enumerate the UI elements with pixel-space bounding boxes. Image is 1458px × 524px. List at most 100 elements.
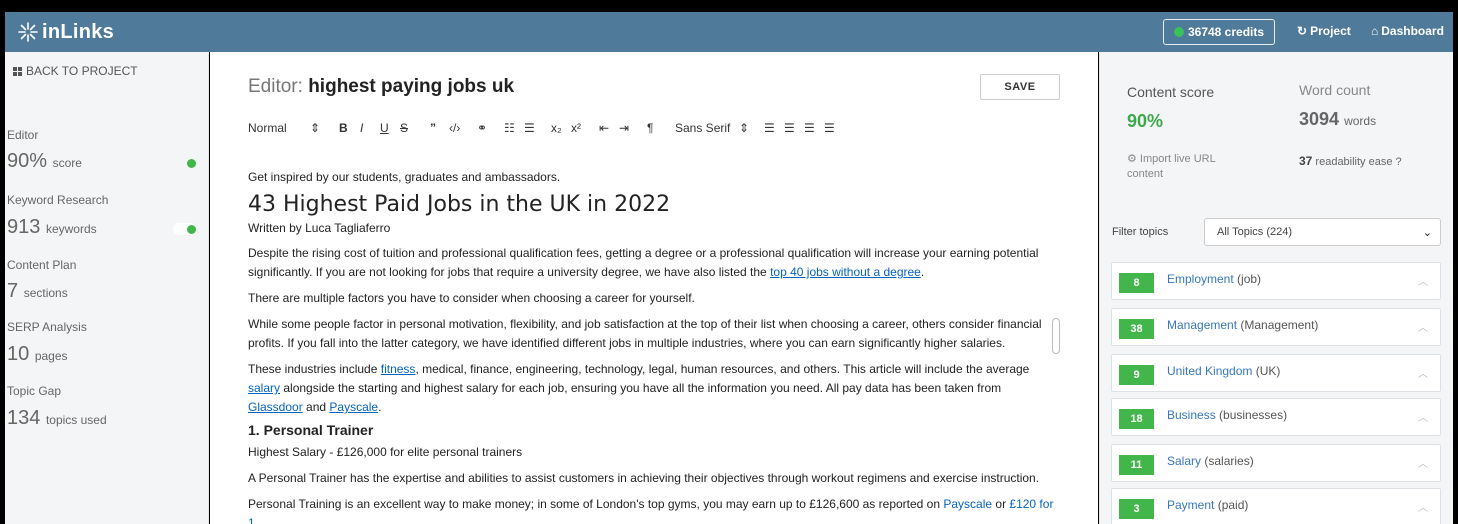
topic-card[interactable]: 38 Management (Management) ︿ (1111, 308, 1441, 346)
content-score-label: Content score (1127, 84, 1215, 100)
link-icon[interactable]: ⚭ (477, 119, 487, 137)
superscript-icon[interactable]: x² (571, 119, 581, 137)
filter-topics-value: All Topics (224) (1217, 226, 1292, 238)
salary-link[interactable]: salary (248, 381, 280, 395)
topic-count-badge: 3 (1119, 499, 1154, 519)
chevron-up-icon[interactable]: ︿ (1418, 409, 1428, 424)
topic-alt-text: (businesses) (1219, 408, 1288, 422)
sidebar-item-keyword-research-value[interactable]: 913 keywords (7, 216, 97, 239)
top-bar: inLinks 36748 credits ↻ Project ⌂ Dashbo… (5, 12, 1453, 52)
topic-name: Employment (job) (1167, 272, 1261, 286)
format-select-arrows-icon[interactable]: ⇕ (310, 119, 320, 137)
code-icon[interactable]: ‹/› (449, 119, 460, 137)
sidebar-item-topic-gap-value[interactable]: 134 topics used (7, 407, 107, 430)
filter-topics-label: Filter topics (1112, 226, 1169, 238)
help-icon[interactable]: ? (1396, 156, 1402, 168)
topic-card[interactable]: 11 Salary (salaries) ︿ (1111, 444, 1441, 482)
bullet-list-icon[interactable]: ☰ (524, 119, 535, 137)
paragraph-4-text-b: , medical, finance, engineering, technol… (415, 362, 1030, 376)
align-center-icon[interactable]: ☰ (784, 119, 795, 137)
topic-alt-text: (job) (1237, 272, 1262, 286)
topic-card[interactable]: 18 Business (businesses) ︿ (1111, 398, 1441, 436)
save-button[interactable]: SAVE (980, 74, 1060, 100)
topic-name: Management (Management) (1167, 318, 1318, 332)
sidebar-item-editor-value[interactable]: 90% score (7, 150, 82, 173)
sidebar-item-keyword-research-label[interactable]: Keyword Research (7, 193, 108, 207)
paragraph-2: There are multiple factors you have to c… (248, 291, 695, 305)
glassdoor-link[interactable]: Glassdoor (248, 400, 303, 414)
editor-score-unit: score (52, 156, 82, 170)
align-left-icon[interactable]: ☰ (764, 119, 775, 137)
filter-topics-select[interactable]: All Topics (224) ⌄ (1204, 218, 1441, 246)
payscale-link-2[interactable]: Payscale (943, 497, 992, 511)
topic-alt-text: (Management) (1240, 318, 1319, 332)
sidebar-item-editor-label[interactable]: Editor (7, 128, 38, 142)
import-live-url-button[interactable]: ⚙ Import live URL content (1127, 152, 1247, 182)
topic-count-badge: 8 (1119, 273, 1154, 293)
grid-icon (13, 66, 22, 76)
editor-content[interactable]: Get inspired by our students, graduates … (248, 168, 1058, 524)
chevron-up-icon[interactable]: ︿ (1418, 499, 1428, 514)
align-justify-icon[interactable]: ☰ (824, 119, 835, 137)
credits-badge[interactable]: 36748 credits (1163, 19, 1275, 45)
gear-icon: ⚙ (1127, 153, 1140, 165)
inlinks-logo[interactable]: inLinks (17, 18, 114, 46)
word-count-unit: words (1344, 114, 1377, 128)
word-count-number: 3094 (1299, 109, 1340, 129)
text-direction-icon[interactable]: ¶ (647, 119, 653, 137)
paragraph-6: Personal Training is an excellent way to… (248, 495, 1058, 524)
readability-score: 37 readability ease ? (1299, 154, 1402, 168)
top-40-jobs-link[interactable]: top 40 jobs without a degree (770, 265, 921, 279)
format-select[interactable]: Normal (248, 119, 287, 137)
topic-count-badge: 9 (1119, 365, 1154, 385)
topic-card[interactable]: 8 Employment (job) ︿ (1111, 262, 1441, 300)
sidebar-item-content-plan-value[interactable]: 7 sections (7, 280, 68, 303)
fitness-link[interactable]: fitness (381, 362, 416, 376)
topic-name-text: Employment (1167, 272, 1234, 286)
chevron-up-icon[interactable]: ︿ (1418, 365, 1428, 380)
refresh-icon: ↻ (1297, 24, 1308, 38)
right-panel: Content score Word count 90% 3094 words … (1099, 52, 1453, 524)
font-select[interactable]: Sans Serif (675, 119, 730, 137)
underline-icon[interactable]: U (380, 119, 389, 137)
readability-value: 37 (1299, 154, 1313, 168)
dashboard-link[interactable]: ⌂ Dashboard (1371, 24, 1444, 38)
intro-text: Get inspired by our students, graduates … (248, 170, 561, 184)
dashboard-link-label: Dashboard (1381, 24, 1444, 38)
editor-scrollbar[interactable] (1052, 318, 1060, 354)
sections-unit: sections (23, 286, 68, 300)
chevron-up-icon[interactable]: ︿ (1418, 455, 1428, 470)
topic-card[interactable]: 9 United Kingdom (UK) ︿ (1111, 354, 1441, 392)
align-right-icon[interactable]: ☰ (804, 119, 815, 137)
paragraph-4-text-a: These industries include (248, 362, 381, 376)
strikethrough-icon[interactable]: S (400, 119, 408, 137)
highest-salary-text: Highest Salary - £126,000 for elite pers… (248, 445, 523, 459)
outdent-icon[interactable]: ⇤ (599, 119, 609, 137)
editor-title-keyword: highest paying jobs uk (308, 76, 515, 97)
sidebar-item-serp-analysis-value[interactable]: 10 pages (7, 343, 68, 366)
topic-name: Business (businesses) (1167, 408, 1287, 422)
subscript-icon[interactable]: x₂ (551, 119, 562, 137)
bold-icon[interactable]: B (339, 119, 348, 137)
ordered-list-icon[interactable]: ☷ (504, 119, 515, 137)
topic-count-badge: 11 (1119, 455, 1154, 475)
sidebar-item-topic-gap-label[interactable]: Topic Gap (7, 384, 61, 398)
project-link[interactable]: ↻ Project (1297, 24, 1351, 38)
sidebar-item-content-plan-label[interactable]: Content Plan (7, 258, 76, 272)
indent-icon[interactable]: ⇥ (619, 119, 629, 137)
logo-text: inLinks (42, 20, 115, 43)
font-select-arrows-icon[interactable]: ⇕ (739, 119, 749, 137)
paragraph-6-text-a: Personal Training is an excellent way to… (248, 497, 944, 511)
topic-card[interactable]: 3 Payment (paid) ︿ (1111, 488, 1441, 524)
back-to-project-link[interactable]: BACK TO PROJECT (13, 64, 138, 78)
chevron-up-icon[interactable]: ︿ (1418, 319, 1428, 334)
sidebar-item-serp-analysis-label[interactable]: SERP Analysis (7, 320, 87, 334)
chevron-up-icon[interactable]: ︿ (1418, 273, 1428, 288)
blockquote-icon[interactable]: ” (430, 119, 436, 137)
editor-panel: Editor: highest paying jobs uk SAVE Norm… (210, 52, 1098, 524)
payscale-link[interactable]: Payscale (329, 400, 378, 414)
italic-icon[interactable]: I (360, 119, 363, 137)
chevron-down-icon: ⌄ (1422, 227, 1432, 239)
topic-alt-text: (UK) (1255, 364, 1281, 378)
paragraph-1: Despite the rising cost of tuition and p… (248, 244, 1058, 282)
